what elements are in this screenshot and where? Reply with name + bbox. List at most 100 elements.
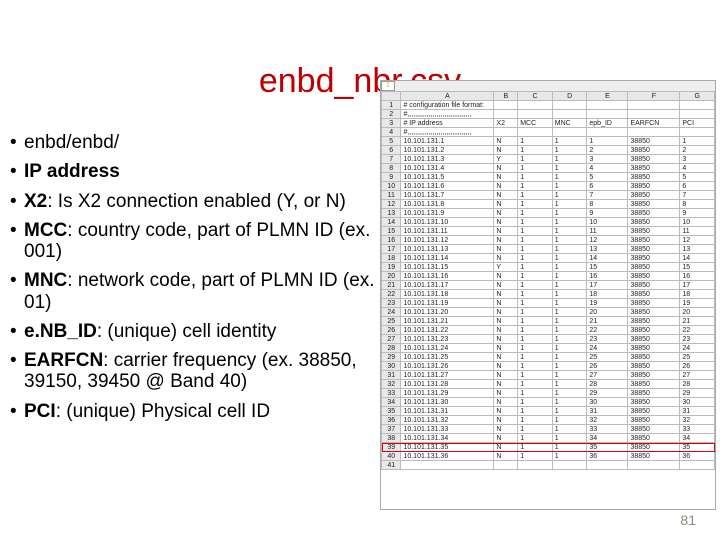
cell[interactable]: 10.101.131.8 — [401, 200, 494, 209]
row-header[interactable]: 16 — [382, 236, 401, 245]
cell[interactable]: 10.101.131.23 — [401, 335, 494, 344]
cell[interactable]: 1 — [518, 317, 553, 326]
cell[interactable]: 9 — [587, 209, 628, 218]
cell[interactable]: 27 — [587, 371, 628, 380]
cell[interactable]: 38850 — [628, 299, 680, 308]
cell[interactable]: 25 — [680, 353, 715, 362]
cell[interactable]: 10.101.131.10 — [401, 218, 494, 227]
table-row[interactable]: 3# IP addressX2MCCMNCepb_IDEARFCNPCI — [382, 119, 715, 128]
cell[interactable]: 10.101.131.28 — [401, 380, 494, 389]
cell[interactable]: 38850 — [628, 353, 680, 362]
cell[interactable] — [680, 110, 715, 119]
cell[interactable]: 38850 — [628, 452, 680, 461]
cell[interactable]: 38850 — [628, 416, 680, 425]
cell[interactable] — [628, 110, 680, 119]
cell[interactable]: 18 — [587, 290, 628, 299]
table-row[interactable]: 3310.101.131.29N11293885029 — [382, 389, 715, 398]
cell[interactable]: 10.101.131.31 — [401, 407, 494, 416]
cell[interactable]: 10.101.131.22 — [401, 326, 494, 335]
row-header[interactable]: 5 — [382, 137, 401, 146]
row-header[interactable]: 34 — [382, 398, 401, 407]
cell[interactable]: 28 — [587, 380, 628, 389]
cell[interactable]: Y — [494, 263, 518, 272]
sheet-tab[interactable]: 1 — [381, 81, 395, 91]
cell[interactable]: 1 — [518, 272, 553, 281]
cell[interactable]: 38850 — [628, 425, 680, 434]
cell[interactable]: 1 — [552, 317, 587, 326]
cell[interactable]: 32 — [680, 416, 715, 425]
cell[interactable]: N — [494, 137, 518, 146]
cell[interactable]: 19 — [587, 299, 628, 308]
cell[interactable] — [494, 128, 518, 137]
cell[interactable]: 38850 — [628, 389, 680, 398]
cell[interactable]: N — [494, 407, 518, 416]
cell[interactable]: N — [494, 254, 518, 263]
cell[interactable] — [518, 110, 553, 119]
cell[interactable]: 30 — [587, 398, 628, 407]
cell[interactable]: 1 — [552, 137, 587, 146]
row-header[interactable]: 8 — [382, 164, 401, 173]
cell[interactable] — [401, 461, 494, 470]
cell[interactable]: 10.101.131.34 — [401, 434, 494, 443]
row-header[interactable]: 17 — [382, 245, 401, 254]
row-header[interactable]: 26 — [382, 326, 401, 335]
cell[interactable]: 1 — [518, 380, 553, 389]
cell[interactable]: N — [494, 389, 518, 398]
cell[interactable]: 16 — [587, 272, 628, 281]
cell[interactable]: 8 — [587, 200, 628, 209]
cell[interactable]: N — [494, 434, 518, 443]
cell[interactable]: 1 — [552, 263, 587, 272]
column-header[interactable]: C — [518, 92, 553, 101]
cell[interactable]: 1 — [552, 218, 587, 227]
cell[interactable]: 1 — [518, 164, 553, 173]
table-row[interactable]: 4010.101.131.36N11363885036 — [382, 452, 715, 461]
table-row[interactable]: 3810.101.131.34N11343885034 — [382, 434, 715, 443]
cell[interactable]: 10.101.131.18 — [401, 290, 494, 299]
cell[interactable]: 10.101.131.25 — [401, 353, 494, 362]
cell[interactable]: 1 — [552, 335, 587, 344]
table-row[interactable]: 810.101.131.4N114388504 — [382, 164, 715, 173]
cell[interactable]: 38850 — [628, 398, 680, 407]
cell[interactable]: 1 — [518, 434, 553, 443]
cell[interactable]: 15 — [587, 263, 628, 272]
cell[interactable]: 1 — [518, 362, 553, 371]
cell[interactable]: 30 — [680, 398, 715, 407]
cell[interactable]: 1 — [552, 236, 587, 245]
row-header[interactable]: 20 — [382, 272, 401, 281]
cell[interactable]: 19 — [680, 299, 715, 308]
cell[interactable]: 34 — [587, 434, 628, 443]
cell[interactable] — [494, 461, 518, 470]
cell[interactable]: 1 — [552, 344, 587, 353]
cell[interactable]: 1 — [552, 326, 587, 335]
cell[interactable]: 12 — [680, 236, 715, 245]
cell[interactable]: 10.101.131.24 — [401, 344, 494, 353]
cell[interactable]: 4 — [587, 164, 628, 173]
row-header[interactable]: 40 — [382, 452, 401, 461]
cell[interactable]: 38850 — [628, 155, 680, 164]
cell[interactable]: 14 — [587, 254, 628, 263]
cell[interactable]: 1 — [552, 434, 587, 443]
row-header[interactable]: 9 — [382, 173, 401, 182]
cell[interactable]: 1 — [518, 173, 553, 182]
cell[interactable]: 2 — [680, 146, 715, 155]
cell[interactable]: 1 — [518, 290, 553, 299]
cell[interactable]: N — [494, 344, 518, 353]
table-row[interactable]: 1410.101.131.10N11103885010 — [382, 218, 715, 227]
cell[interactable]: 26 — [587, 362, 628, 371]
table-row[interactable]: 3510.101.131.31N11313885031 — [382, 407, 715, 416]
cell[interactable]: 10.101.131.19 — [401, 299, 494, 308]
table-row[interactable]: 2110.101.131.17N11173885017 — [382, 281, 715, 290]
cell[interactable]: 1 — [518, 227, 553, 236]
cell[interactable]: 18 — [680, 290, 715, 299]
cell[interactable]: 38850 — [628, 434, 680, 443]
cell[interactable]: 38850 — [628, 209, 680, 218]
cell[interactable]: 38850 — [628, 443, 680, 452]
cell[interactable] — [552, 461, 587, 470]
cell[interactable]: 10 — [680, 218, 715, 227]
cell[interactable]: 13 — [587, 245, 628, 254]
cell[interactable] — [680, 128, 715, 137]
cell[interactable]: #,,,,,,,,,,,,,,,,,,,,,,,,,,,,,,,,, — [401, 110, 494, 119]
cell[interactable]: 1 — [552, 245, 587, 254]
cell[interactable]: #,,,,,,,,,,,,,,,,,,,,,,,,,,,,,,,,, — [401, 128, 494, 137]
cell[interactable]: 31 — [587, 407, 628, 416]
